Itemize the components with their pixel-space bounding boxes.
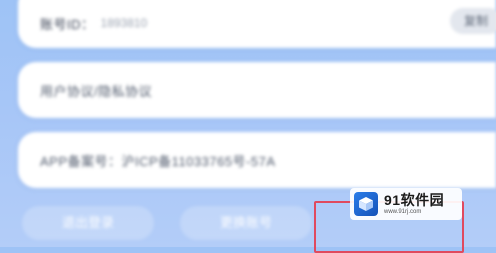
app-filing-row: APP备案号：沪ICP备11033765号-57A [18, 132, 496, 188]
watermark: 91软件园 www.91rj.com [350, 188, 462, 220]
user-agreement-row[interactable]: 用户协议/隐私协议 [18, 62, 496, 118]
account-id-label: 账号ID： [40, 16, 95, 32]
account-id-value: 1893810 [100, 16, 148, 30]
account-id-row: 账号ID： 1893810 复制 [18, 0, 496, 48]
watermark-url: www.91rj.com [384, 209, 422, 215]
user-agreement-label: 用户协议/隐私协议 [40, 83, 153, 99]
copy-button[interactable]: 复制 [450, 8, 496, 34]
logout-button[interactable]: 退出登录 [22, 206, 154, 240]
switch-account-button[interactable]: 更换账号 [180, 206, 312, 240]
app-filing-label: APP备案号：沪ICP备11033765号-57A [40, 153, 276, 169]
cube-logo-icon [354, 192, 378, 216]
watermark-brand: 91软件园 [384, 192, 445, 208]
